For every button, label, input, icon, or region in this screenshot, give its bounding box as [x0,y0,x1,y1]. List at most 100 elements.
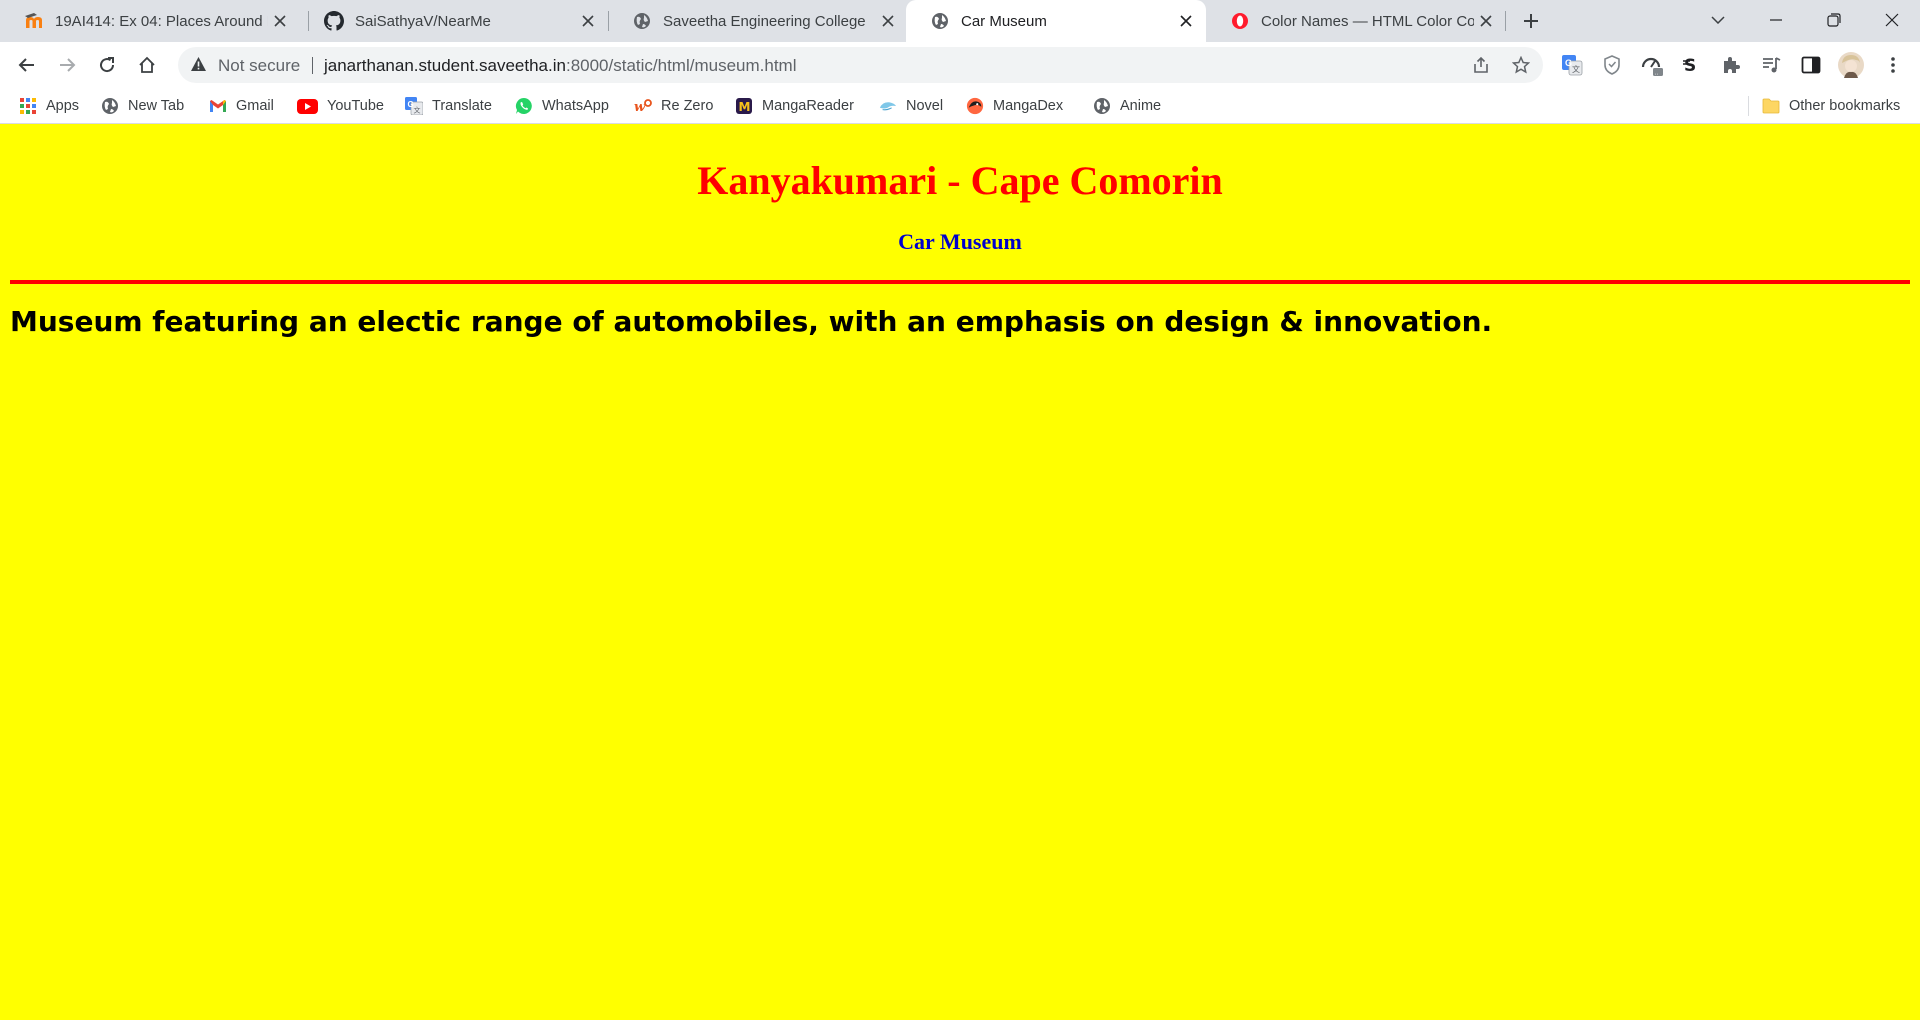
svg-text:文: 文 [1572,64,1580,74]
minimize-button[interactable] [1752,0,1800,40]
bookmark-other[interactable]: Other bookmarks [1762,96,1900,116]
page-content: Kanyakumari - Cape Comorin Car Museum Mu… [0,129,1920,1020]
address-bar[interactable]: Not secure janarthanan.student.saveetha.… [178,47,1543,83]
google-translate-icon[interactable]: G文 [1558,51,1586,79]
arrow-left-icon [18,58,34,72]
bookmark-label: MangaDex [993,98,1064,114]
tab-title: SaiSathyaV/NearMe [355,12,491,30]
tab-github[interactable]: SaiSathyaV/NearMe [300,0,608,42]
bookmark-whatsapp[interactable]: WhatsApp [515,96,609,116]
github-icon [324,11,344,31]
extensions-icon[interactable] [1717,51,1745,79]
warning-icon[interactable] [190,56,207,77]
bookmark-new-tab[interactable]: New Tab [101,96,184,116]
tab-color-names[interactable]: Color Names — HTML Color Cod [1206,0,1506,42]
url-path: :8000/static/html/museum.html [565,56,797,75]
bookmark-novel[interactable]: Novel [879,96,943,116]
shield-icon[interactable] [1598,51,1626,79]
star-icon[interactable] [1510,54,1532,76]
security-status[interactable]: Not secure [218,56,300,76]
tab-moodle[interactable]: 19AI414: Ex 04: Places Around M [0,0,300,42]
bookmark-anime[interactable]: Anime [1093,96,1161,116]
bookmark-apps[interactable]: Apps [19,96,79,116]
mangadex-icon [966,97,984,115]
close-icon[interactable] [1474,9,1498,33]
whatsapp-icon [515,97,533,115]
page-subtitle: Car Museum [898,229,1022,254]
url-host: janarthanan.student.saveetha.in [324,56,566,75]
close-icon[interactable] [876,9,900,33]
svg-text:文: 文 [414,106,421,115]
globe-icon [632,11,652,31]
bookmark-gmail[interactable]: Gmail [209,96,274,116]
arrow-right-icon [60,58,76,72]
tab-car-museum[interactable]: Car Museum [906,0,1206,42]
restore-icon [1827,13,1841,27]
side-panel-icon[interactable] [1797,51,1825,79]
speedometer-icon[interactable]: .. [1638,51,1666,79]
rezero-icon: w [634,97,652,115]
home-button[interactable] [131,49,163,81]
page-title: Kanyakumari - Cape Comorin [697,158,1223,203]
tab-strip: 19AI414: Ex 04: Places Around M SaiSathy… [0,0,1920,42]
home-icon [139,56,155,73]
bookmark-label: Gmail [236,98,274,114]
svg-text:S: S [1684,56,1696,75]
tab-title: Color Names — HTML Color Cod [1261,12,1474,30]
svg-text:M: M [739,100,751,114]
youtube-icon [297,97,318,115]
restore-button[interactable] [1810,0,1858,40]
bookmark-label: YouTube [327,98,384,114]
tab-search-button[interactable] [1694,0,1742,40]
avatar[interactable] [1837,51,1865,79]
bookmark-label: Re Zero [661,98,714,114]
url-text[interactable]: janarthanan.student.saveetha.in:8000/sta… [324,56,797,76]
apps-grid-icon [19,97,37,115]
bookmark-label: WhatsApp [542,98,609,114]
minimize-icon [1770,19,1782,21]
close-window-button[interactable] [1868,0,1916,40]
bookmark-label: MangaReader [762,98,854,114]
moodle-icon [24,11,44,31]
back-button[interactable] [11,49,43,81]
media-control-icon[interactable] [1757,51,1785,79]
chevron-down-icon [1711,16,1725,24]
close-icon[interactable] [1174,9,1198,33]
s-extension-icon[interactable]: S [1677,51,1705,79]
globe-icon [930,11,950,31]
tab-title: Car Museum [961,12,1047,30]
more-menu-icon[interactable] [1879,51,1907,79]
translate-icon: G文 [405,97,423,115]
bookmark-label: Translate [432,98,492,114]
svg-text:..: .. [1655,70,1659,77]
horizontal-rule [10,280,1910,284]
share-icon[interactable] [1470,54,1492,76]
gmail-icon [209,97,227,115]
mangareader-icon: M [735,97,753,115]
globe-icon [1093,97,1111,115]
bookmarks-divider [1748,96,1749,116]
page-description: Museum featuring an electic range of aut… [10,305,1493,338]
browser-toolbar: Not secure janarthanan.student.saveetha.… [0,42,1920,88]
tab-saveetha[interactable]: Saveetha Engineering College [608,0,908,42]
tab-title: Saveetha Engineering College [663,12,866,30]
bookmark-mangadex[interactable]: MangaDex [966,96,1063,116]
reload-icon [100,57,115,73]
plus-icon [1524,14,1538,28]
bookmark-youtube[interactable]: YouTube [297,96,384,116]
close-icon[interactable] [268,9,292,33]
opera-icon [1230,11,1250,31]
bookmark-label: Other bookmarks [1789,98,1901,114]
tab-separator [1505,11,1506,31]
reload-button[interactable] [91,49,123,81]
bookmark-re-zero[interactable]: w Re Zero [634,96,713,116]
bookmark-mangareader[interactable]: M MangaReader [735,96,854,116]
novel-icon [879,97,897,115]
forward-button[interactable] [51,49,83,81]
bookmark-translate[interactable]: G文 Translate [405,96,492,116]
tab-title: 19AI414: Ex 04: Places Around M [55,12,268,30]
close-icon[interactable] [576,9,600,33]
bookmark-label: Anime [1120,98,1162,114]
svg-text:G: G [1565,58,1572,68]
new-tab-button[interactable] [1516,7,1546,35]
